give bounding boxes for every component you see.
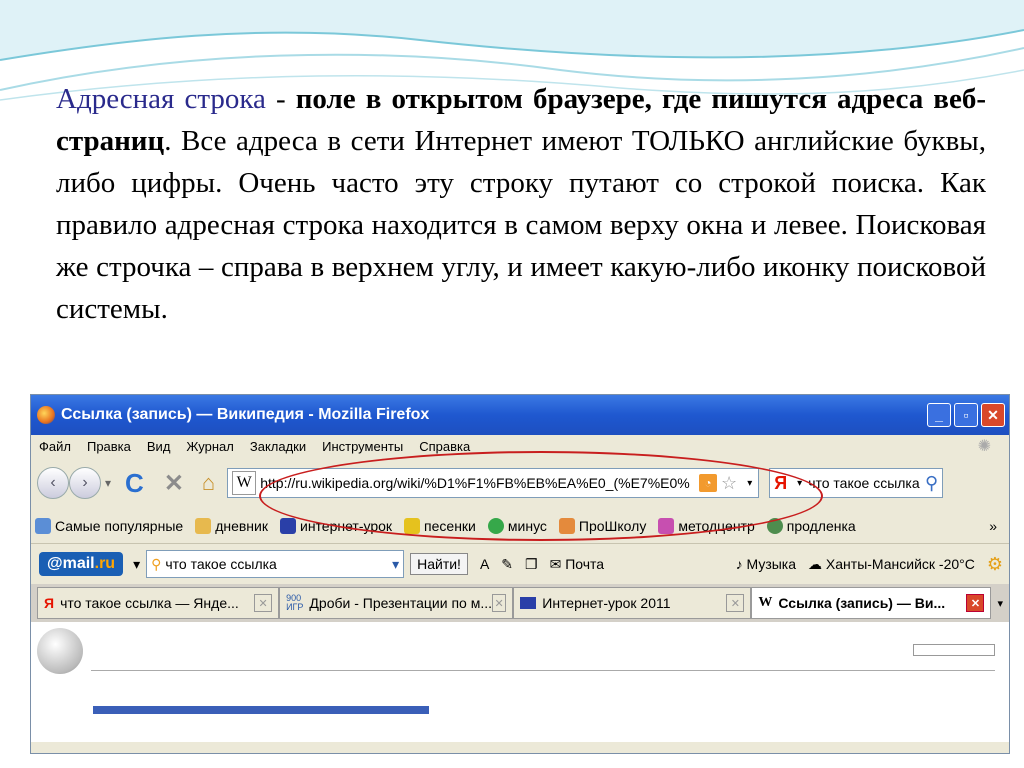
mail-search-dropdown-icon[interactable]: ▾ xyxy=(392,556,399,573)
menu-file[interactable]: Файл xyxy=(31,439,79,454)
search-engine-dropdown-icon[interactable]: ▾ xyxy=(797,478,802,489)
yandex-favicon-icon: Я xyxy=(44,595,55,611)
tab-strip: Я что такое ссылка — Янде... ✕ 900 ИГР Др… xyxy=(31,584,1009,622)
heading-divider xyxy=(91,670,995,671)
mail-search-engine-icon[interactable]: ⚲ xyxy=(151,556,161,573)
music-note-icon: ♪ xyxy=(735,556,743,572)
settings-gear-icon[interactable]: ⚙ xyxy=(987,554,1003,575)
close-button[interactable]: ✕ xyxy=(981,403,1005,427)
mail-search-input[interactable]: что такое ссылка xyxy=(165,556,388,572)
bookmark-item[interactable]: методцентр xyxy=(654,518,755,534)
url-dropdown-icon[interactable]: ▾ xyxy=(747,478,752,489)
throbber-icon: ✺ xyxy=(977,438,991,455)
bookmarks-overflow-icon[interactable]: » xyxy=(989,518,997,534)
font-size-icon[interactable]: A xyxy=(480,556,489,572)
music-link[interactable]: ♪ Музыка xyxy=(736,556,796,572)
slide-paragraph: Адресная строка - поле в открытом браузе… xyxy=(56,78,986,330)
tab-internet-urok[interactable]: Интернет-урок 2011 ✕ xyxy=(513,587,752,619)
home-icon[interactable]: ⌂ xyxy=(202,470,215,496)
mail-menu-dropdown-icon[interactable]: ▾ xyxy=(133,556,140,573)
weather-widget[interactable]: ☁ Ханты-Мансийск -20°C xyxy=(808,556,975,573)
mail-search-box[interactable]: ⚲ что такое ссылка ▾ xyxy=(146,550,405,578)
yandex-icon[interactable]: Я xyxy=(774,473,787,494)
mail-link[interactable]: ✉ Почта xyxy=(550,556,605,573)
menu-history[interactable]: Журнал xyxy=(178,439,241,454)
back-button[interactable]: ‹ xyxy=(37,467,69,499)
maximize-button[interactable]: ▫ xyxy=(954,403,978,427)
forward-button[interactable]: › xyxy=(69,467,101,499)
cloud-icon: ☁ xyxy=(808,555,823,572)
menu-bookmarks[interactable]: Закладки xyxy=(242,439,314,454)
mail-ru-toolbar: @mail.ru ▾ ⚲ что такое ссылка ▾ Найти! A… xyxy=(31,543,1009,584)
navigation-toolbar: ‹ › ▾ C ✕ ⌂ W http://ru.wikipedia.org/wi… xyxy=(31,451,1009,541)
bookmark-star-icon[interactable]: ☆ xyxy=(721,473,737,494)
page-content-thumbnail xyxy=(31,622,1009,742)
rss-icon[interactable]: ◔ xyxy=(699,474,718,492)
tab-yandex[interactable]: Я что такое ссылка — Янде... ✕ xyxy=(37,587,280,619)
minimize-button[interactable]: _ xyxy=(927,403,951,427)
stop-icon[interactable]: ✕ xyxy=(164,469,184,498)
menu-bar: Файл Правка Вид Журнал Закладки Инструме… xyxy=(31,435,1009,457)
internet-urok-favicon-icon xyxy=(520,597,537,609)
bookmark-item[interactable]: Самые популярные xyxy=(31,518,183,534)
bookmark-item[interactable]: минус xyxy=(484,518,547,534)
tab-list-dropdown-icon[interactable]: ▾ xyxy=(997,597,1003,610)
menu-tools[interactable]: Инструменты xyxy=(314,439,411,454)
tab-close-icon[interactable]: ✕ xyxy=(492,594,507,612)
tab-close-icon[interactable]: ✕ xyxy=(966,594,985,612)
bookmark-item[interactable]: продленка xyxy=(763,518,856,534)
firefox-icon xyxy=(37,406,55,424)
page-search-box[interactable] xyxy=(913,644,995,656)
highlight-icon[interactable]: ✎ xyxy=(501,556,513,573)
bookmark-item[interactable]: песенки xyxy=(400,518,476,534)
tab-drobi[interactable]: 900 ИГР Дроби - Презентации по м... ✕ xyxy=(279,587,514,619)
wikipedia-favicon-icon: W xyxy=(758,595,773,610)
900-games-favicon-icon: 900 ИГР xyxy=(286,593,304,612)
history-dropdown-icon[interactable]: ▾ xyxy=(105,476,111,490)
search-icon[interactable]: ⚲ xyxy=(925,473,938,494)
back-forward-group: ‹ › xyxy=(37,467,101,499)
definition-rest: . Все адреса в сети Интернет имеют ТОЛЬК… xyxy=(56,125,986,325)
title-bar: Ссылка (запись) — Википедия - Mozilla Fi… xyxy=(31,395,1009,435)
window-buttons: _ ▫ ✕ xyxy=(927,403,1005,427)
url-field[interactable]: http://ru.wikipedia.org/wiki/%D1%F1%FB%E… xyxy=(260,475,699,491)
bookmark-item[interactable]: ПроШколу xyxy=(555,518,646,534)
menu-help[interactable]: Справка xyxy=(411,439,478,454)
term-address-bar: Адресная строка xyxy=(56,83,266,115)
dash: - xyxy=(265,83,296,115)
bookmark-item[interactable]: интернет-урок xyxy=(276,518,392,534)
address-bar[interactable]: W http://ru.wikipedia.org/wiki/%D1%F1%FB… xyxy=(227,468,760,498)
wikipedia-favicon-icon: W xyxy=(232,471,257,495)
reload-icon[interactable]: C xyxy=(125,468,144,499)
selected-text-highlight xyxy=(93,706,429,714)
window-title: Ссылка (запись) — Википедия - Mozilla Fi… xyxy=(61,406,430,423)
menu-edit[interactable]: Правка xyxy=(79,439,139,454)
envelope-icon: ✉ xyxy=(549,555,562,572)
search-input[interactable]: что такое ссылка xyxy=(808,475,921,491)
wikipedia-globe-logo xyxy=(37,628,83,674)
mail-ru-logo[interactable]: @mail.ru xyxy=(39,552,124,576)
bookmark-item[interactable]: дневник xyxy=(191,518,268,534)
menu-view[interactable]: Вид xyxy=(139,439,179,454)
page-icon[interactable]: ❐ xyxy=(525,556,538,573)
browser-screenshot: Ссылка (запись) — Википедия - Mozilla Fi… xyxy=(30,394,1010,754)
search-box[interactable]: Я ▾ что такое ссылка ⚲ xyxy=(769,468,944,498)
tab-close-icon[interactable]: ✕ xyxy=(254,594,273,612)
mail-find-button[interactable]: Найти! xyxy=(410,553,468,575)
tab-close-icon[interactable]: ✕ xyxy=(726,594,745,612)
bookmarks-toolbar: Самые популярные дневник интернет-урок п… xyxy=(31,509,1009,543)
tab-wikipedia-active[interactable]: W Ссылка (запись) — Ви... ✕ xyxy=(751,587,992,619)
